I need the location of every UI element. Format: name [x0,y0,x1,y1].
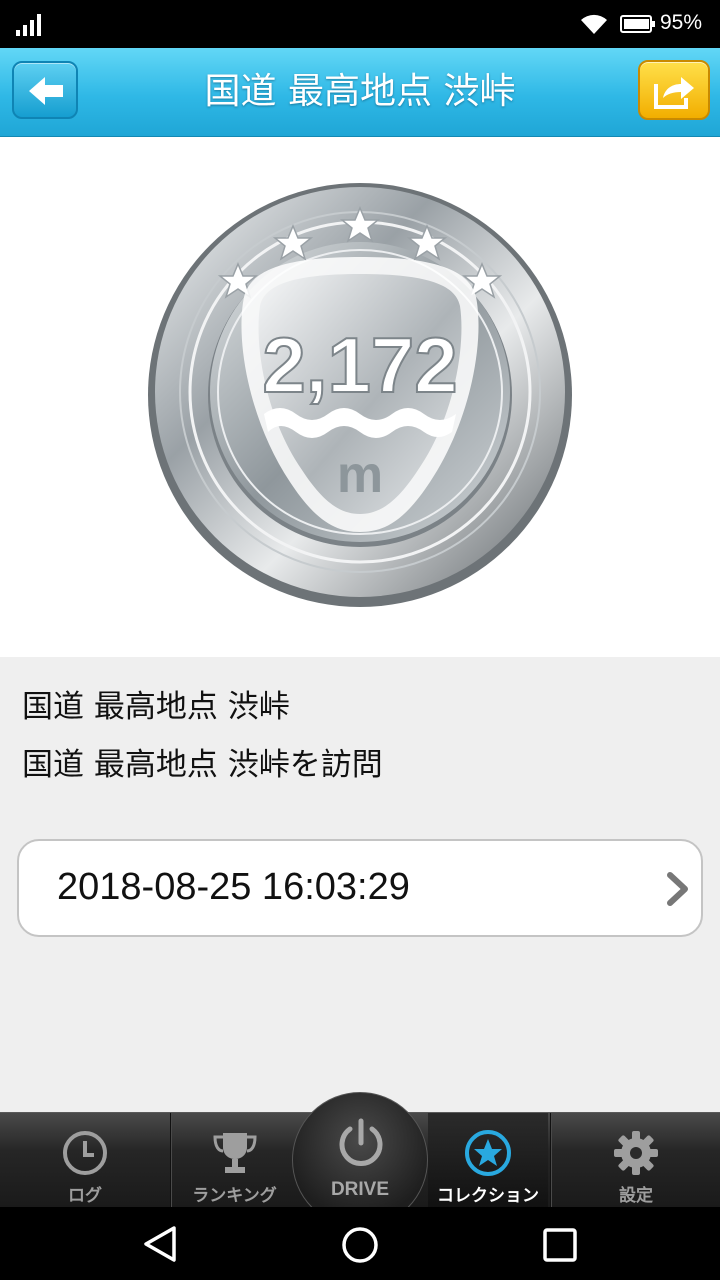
tab-settings[interactable]: 設定 [552,1113,720,1208]
visit-log-row[interactable]: 2018-08-25 16:03:29 [17,839,703,937]
system-nav-bar [0,1207,720,1280]
medal-value: 2,172 [262,321,457,409]
battery-percentage: 95% [660,11,703,34]
medal-unit: m [337,446,383,504]
back-button[interactable] [12,61,78,119]
clock-icon [63,1131,107,1175]
status-bar: 95% [0,0,720,48]
battery-icon [620,15,655,33]
collection-description: 国道 最高地点 渋峠を訪問 [22,747,383,783]
medal-area: 2,172 m [0,137,720,657]
gear-icon [614,1131,658,1175]
altitude-medal: 2,172 m [148,183,572,607]
tab-ranking[interactable]: ランキング [172,1113,297,1208]
chevron-right-icon [667,872,688,906]
wifi-icon [581,14,607,34]
collection-info: 国道 最高地点 渋峠 国道 最高地点 渋峠を訪問 2018-08-25 16:0… [0,657,720,1112]
collection-name: 国道 最高地点 渋峠 [22,689,290,725]
share-button[interactable] [638,60,710,120]
page-title: 国道 最高地点 渋峠 [204,71,516,112]
app-header: 国道 最高地点 渋峠 [0,48,720,137]
tab-collection[interactable]: コレクション [428,1113,548,1208]
tab-log[interactable]: ログ [0,1113,170,1208]
star-icon [465,1130,511,1176]
drive-label: DRIVE [330,1179,390,1200]
signal-icon [16,14,41,36]
tab-collection-label: コレクション [437,1186,539,1206]
nav-home-icon[interactable] [340,1225,380,1265]
tab-log-label: ログ [68,1186,102,1206]
back-arrow-icon [29,77,63,105]
nav-recent-apps-icon[interactable] [542,1227,578,1263]
trophy-icon [212,1133,257,1173]
visit-datetime: 2018-08-25 16:03:29 [57,866,410,908]
power-icon [339,1118,383,1166]
share-icon [654,77,694,109]
nav-back-icon[interactable] [142,1225,178,1263]
tab-ranking-label: ランキング [192,1186,277,1206]
tab-settings-label: 設定 [619,1186,653,1206]
